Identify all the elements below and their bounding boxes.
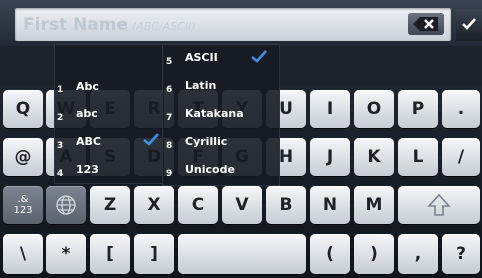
globe-icon (56, 195, 76, 215)
key[interactable]: . (442, 90, 480, 128)
key[interactable]: ? (442, 234, 480, 274)
option-number: 5 (166, 57, 173, 67)
mode-option-ascii[interactable]: ASCII (185, 51, 218, 64)
key[interactable]: J (310, 138, 350, 176)
mode-option-abc-upper[interactable]: ABC (76, 135, 101, 148)
field-label: First Name (ABC/ASCII) (23, 15, 196, 35)
backspace-button[interactable] (408, 13, 444, 35)
mode-key-label: .& 123 (13, 194, 33, 216)
option-number: 9 (166, 169, 173, 179)
option-number: 3 (57, 141, 64, 151)
key[interactable]: V (222, 186, 262, 224)
key[interactable]: I (310, 90, 350, 128)
mode-option-unicode[interactable]: Unicode (185, 163, 235, 176)
key[interactable]: P (398, 90, 438, 128)
selected-check-icon (143, 133, 159, 146)
key[interactable]: B (266, 186, 306, 224)
done-button[interactable] (456, 9, 482, 41)
key[interactable]: L (398, 138, 438, 176)
key[interactable]: Q (3, 90, 43, 128)
shift-arrow-icon (427, 193, 451, 216)
key[interactable]: C (178, 186, 218, 224)
key[interactable]: ] (134, 234, 174, 274)
option-number: 7 (166, 113, 173, 123)
option-number: 4 (57, 169, 64, 179)
input-mode-popup-right: 5 ASCII 6 Latin 7 Katakana 8 Cyrillic 9 … (162, 44, 280, 186)
input-mode-popup-left: 1 Abc 2 abc 3 ABC 4 123 (54, 44, 164, 184)
selected-check-icon (251, 50, 267, 63)
mode-option-123[interactable]: 123 (76, 163, 99, 176)
space-bar[interactable] (178, 234, 306, 274)
mode-key[interactable]: .& 123 (3, 186, 43, 224)
checkmark-icon (462, 18, 476, 30)
key[interactable]: @ (3, 138, 43, 176)
mode-option-katakana[interactable]: Katakana (185, 107, 244, 120)
key[interactable]: X (134, 186, 174, 224)
option-number: 2 (57, 113, 64, 123)
key[interactable]: , (398, 234, 438, 274)
key[interactable]: N (310, 186, 350, 224)
key[interactable]: ) (354, 234, 394, 274)
language-button[interactable] (46, 186, 86, 224)
key[interactable]: ( (310, 234, 350, 274)
key[interactable]: Z (90, 186, 130, 224)
backspace-icon (413, 17, 438, 31)
first-name-field[interactable]: First Name (ABC/ASCII) (15, 8, 451, 41)
key[interactable]: * (46, 234, 86, 274)
key[interactable]: [ (90, 234, 130, 274)
key[interactable]: \ (3, 234, 43, 274)
option-number: 8 (166, 141, 173, 151)
key[interactable]: M (354, 186, 394, 224)
top-bar: First Name (ABC/ASCII) (0, 0, 482, 46)
field-label-text: First Name (23, 15, 128, 35)
mode-option-abc-title[interactable]: Abc (76, 80, 99, 93)
mode-option-cyrillic[interactable]: Cyrillic (185, 135, 227, 148)
key[interactable]: / (442, 138, 480, 176)
key[interactable]: K (354, 138, 394, 176)
mode-option-latin[interactable]: Latin (185, 79, 216, 92)
shift-key[interactable] (398, 186, 480, 224)
field-hint: (ABC/ASCII) (131, 20, 196, 33)
mode-option-abc-lower[interactable]: abc (76, 107, 98, 120)
key[interactable]: O (354, 90, 394, 128)
option-number: 1 (57, 85, 64, 95)
option-number: 6 (166, 85, 173, 95)
